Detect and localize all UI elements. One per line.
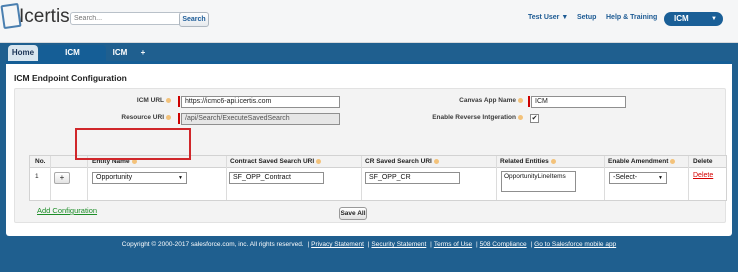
help-icon[interactable] — [166, 114, 171, 120]
search-button[interactable]: Search — [179, 12, 209, 27]
entity-name-select[interactable]: Opportunity ▼ — [92, 172, 187, 184]
tab-icm-configuration[interactable]: ICM Configuration — [39, 45, 106, 73]
column-divider — [361, 156, 362, 200]
terms-link[interactable]: Terms of Use — [434, 241, 472, 248]
tab-home[interactable]: Home — [8, 45, 38, 61]
column-divider — [50, 156, 51, 200]
chevron-down-icon: ▼ — [561, 14, 569, 21]
canvas-app-label: Canvas App Name — [435, 97, 523, 104]
search-input[interactable] — [70, 12, 184, 25]
chevron-down-icon: ▼ — [711, 16, 717, 22]
help-icon[interactable] — [550, 158, 556, 164]
page-title: ICM Endpoint Configuration — [14, 73, 127, 83]
column-divider — [226, 156, 227, 200]
help-icon[interactable] — [316, 158, 322, 164]
col-related-entities: Related Entities — [500, 158, 556, 165]
footer: Copyright © 2000-2017 salesforce.com, in… — [121, 241, 617, 248]
column-divider — [688, 156, 689, 200]
column-divider — [604, 156, 605, 200]
col-contract-uri: Contract Saved Search URI — [230, 158, 322, 165]
copyright-text: Copyright © 2000-2017 salesforce.com, in… — [121, 241, 304, 248]
help-icon[interactable] — [433, 158, 439, 164]
compliance-link[interactable]: 508 Compliance — [480, 241, 527, 248]
enable-amendment-value: -Select- — [613, 174, 638, 181]
app-switcher[interactable]: ICM ▼ — [664, 12, 723, 26]
setup-link[interactable]: Setup — [577, 14, 596, 21]
resource-uri-label: Resource URI — [115, 114, 171, 121]
help-icon[interactable] — [670, 158, 676, 164]
add-configuration-link[interactable]: Add Configuration — [37, 206, 97, 215]
tab-icm[interactable]: ICM — [110, 45, 130, 61]
enable-amendment-select[interactable]: -Select- ▼ — [609, 172, 667, 184]
col-delete: Delete — [693, 158, 713, 165]
help-icon[interactable] — [518, 114, 523, 120]
annotation-highlight-box — [75, 128, 191, 160]
col-no: No. — [35, 158, 46, 165]
reverse-integration-label: Enable Reverse Intgeration — [415, 114, 523, 121]
security-link[interactable]: Security Statement — [371, 241, 426, 248]
icm-url-field[interactable]: https://icmc6-api.icertis.com — [181, 96, 340, 108]
logo-text: Icertis — [19, 6, 70, 27]
col-enable-amendment: Enable Amendment — [608, 158, 676, 165]
icm-url-label: ICM URL — [115, 97, 171, 104]
contract-uri-field[interactable]: SF_OPP_Contract — [229, 172, 324, 184]
tab-bar: Home ICM Configuration ICM + — [0, 45, 738, 73]
help-icon[interactable] — [166, 97, 171, 103]
required-indicator — [528, 96, 530, 107]
canvas-app-field[interactable]: ICM — [531, 96, 626, 108]
cr-uri-field[interactable]: SF_OPP_CR — [365, 172, 460, 184]
expand-row-button[interactable]: + — [54, 172, 70, 184]
user-menu[interactable]: Test User ▼ — [528, 14, 568, 21]
reverse-integration-checkbox[interactable]: ✔ — [530, 114, 539, 123]
user-menu-label: Test User — [528, 14, 560, 21]
help-training-link[interactable]: Help & Training — [606, 14, 657, 21]
app-name: ICM — [674, 14, 689, 23]
dropdown-arrow-icon: ▼ — [178, 175, 183, 181]
help-icon[interactable] — [518, 97, 523, 103]
row-number: 1 — [35, 173, 39, 180]
save-all-button[interactable]: Save All — [339, 207, 367, 220]
tab-add[interactable]: + — [137, 45, 149, 61]
configuration-table: No. Entity Name Contract Saved Search UR… — [29, 155, 727, 201]
dropdown-arrow-icon: ▼ — [658, 175, 663, 181]
resource-uri-field[interactable]: /api/Search/ExecuteSavedSearch — [181, 113, 340, 125]
column-divider — [496, 156, 497, 200]
required-indicator — [178, 96, 180, 107]
top-bar: Icertis Search Test User ▼ Setup Help & … — [0, 0, 738, 43]
required-indicator — [178, 113, 180, 124]
mobile-app-link[interactable]: Go to Salesforce mobile app — [534, 241, 616, 248]
entity-name-value: Opportunity — [96, 174, 133, 181]
col-cr-uri: CR Saved Search URI — [365, 158, 439, 165]
column-divider — [87, 156, 88, 200]
related-entities-field[interactable]: OpportunityLineItems — [501, 171, 576, 192]
privacy-link[interactable]: Privacy Statement — [311, 241, 364, 248]
delete-link[interactable]: Delete — [693, 172, 713, 179]
